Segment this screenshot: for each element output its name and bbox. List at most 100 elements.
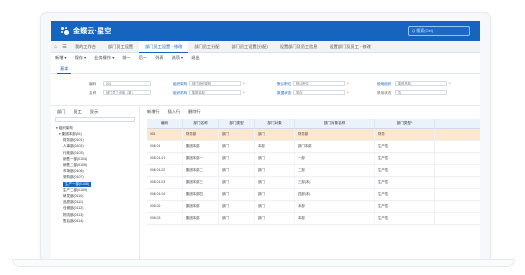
tab-workbench[interactable]: 我的工作台 xyxy=(69,41,102,52)
table-cell[interactable]: 生产性 xyxy=(375,213,435,224)
save-button[interactable]: 保存 ▾ xyxy=(71,55,91,61)
tree-node[interactable]: 财务部(0101) xyxy=(63,138,84,143)
table-cell[interactable]: 三部(本) xyxy=(295,177,375,188)
exit-button[interactable]: 退出 xyxy=(187,55,203,61)
table-cell[interactable]: 财务部 xyxy=(183,129,219,140)
tree-tab-employee[interactable]: 员工 xyxy=(73,109,81,115)
table-cell[interactable]: 生产性 xyxy=(375,189,435,200)
table-cell[interactable]: 部门 xyxy=(255,129,295,140)
business-ops-button[interactable]: 业务操作 ▾ xyxy=(90,55,118,61)
table-row[interactable]: 001 财务部 部门 部门 财务部 财务 xyxy=(147,129,480,141)
tree-node[interactable]: 生产一部(0108) xyxy=(63,181,92,187)
home-icon[interactable]: ⌂ xyxy=(51,44,60,50)
table-row[interactable]: 008.01 集团本部 部门 本部 部门本部 生产性 xyxy=(147,141,480,153)
tree-node[interactable]: 销售二部(0105) xyxy=(63,163,87,168)
table-cell[interactable]: 四部(本) xyxy=(295,189,375,200)
forbid-field[interactable]: 否 xyxy=(395,90,447,95)
table-cell[interactable]: 生产性 xyxy=(375,177,435,188)
table-cell[interactable]: 部门 xyxy=(219,141,255,152)
table-cell[interactable]: 部门 xyxy=(255,201,295,212)
table-cell[interactable]: 部门 xyxy=(219,177,255,188)
org-field[interactable]: 集团本部 xyxy=(189,90,241,95)
col-dept-category[interactable]: 部门类型* xyxy=(375,119,435,128)
table-cell[interactable]: 集团本部 xyxy=(183,213,219,224)
table-cell[interactable]: 集团本部二 xyxy=(183,165,219,176)
tab-dept-assign[interactable]: 部门员工分配 xyxy=(188,41,225,52)
table-cell[interactable]: 集团本部 xyxy=(183,141,219,152)
add-row-button[interactable]: 新增行 xyxy=(147,109,160,115)
col-dept-object-name[interactable]: 部门对象名称 xyxy=(295,119,375,128)
table-row[interactable]: 008.01.03 集团本部三 部门 部门 三部(本) 生产性 xyxy=(147,177,480,189)
tree-node[interactable]: 仓储部(0112) xyxy=(63,206,83,211)
table-cell[interactable]: 008.01 xyxy=(147,141,183,152)
table-cell[interactable]: 008.01.04 xyxy=(147,189,183,200)
use-org-field[interactable]: 集团总部 xyxy=(395,81,447,86)
table-cell[interactable]: 生产性 xyxy=(375,153,435,164)
structure-field[interactable]: 部门组织架构 xyxy=(189,81,241,86)
table-cell[interactable]: 部门 xyxy=(219,201,255,212)
col-number[interactable]: 编码 xyxy=(147,119,183,128)
tab-dept-setup-edit[interactable]: 部门员工设置 - 修改 xyxy=(139,40,189,53)
table-cell[interactable]: 生产性 xyxy=(375,165,435,176)
table-cell[interactable]: 008.01.03 xyxy=(147,177,183,188)
role-field[interactable]: 默认职位 xyxy=(293,81,345,86)
tree-node[interactable]: 销售一部(0104) xyxy=(63,157,87,162)
new-button[interactable]: 新增 ▾ xyxy=(51,55,71,61)
tree-node[interactable]: 研发部(0110) xyxy=(63,194,83,199)
table-row[interactable]: 008.03 集团本部 部门 部门 本部 生产性 xyxy=(147,213,480,225)
table-cell[interactable]: 二部 xyxy=(295,165,375,176)
table-cell[interactable]: 集团本部三 xyxy=(183,177,219,188)
col-dept-object[interactable]: 部门对象 xyxy=(255,119,295,128)
table-cell[interactable]: 部门 xyxy=(255,177,295,188)
col-dept-type[interactable]: 部门类型 xyxy=(219,119,255,128)
table-cell[interactable]: 集团本部四 xyxy=(183,189,219,200)
col-dept-name[interactable]: 部门名称 xyxy=(183,119,219,128)
table-cell[interactable]: 生产性 xyxy=(375,141,435,152)
tab-basic[interactable]: 基本 xyxy=(57,65,72,74)
table-row[interactable]: 008.01.04 集团本部四 部门 部门 四部(本) 生产性 xyxy=(147,189,480,201)
table-cell[interactable]: 部门 xyxy=(219,153,255,164)
table-row[interactable]: 008.01.01 集团本部一 部门 部门 一部 生产性 xyxy=(147,153,480,165)
prev-button[interactable]: 前一 xyxy=(118,55,134,61)
tree-tab-dept[interactable]: 部门 xyxy=(57,109,65,115)
tree-tab-display[interactable]: 显示 xyxy=(90,109,98,115)
table-cell[interactable]: 部门 xyxy=(219,213,255,224)
insert-row-button[interactable]: 插入行 xyxy=(168,109,181,115)
delete-row-button[interactable]: 删除行 xyxy=(188,109,201,115)
menu-icon[interactable]: ☰ xyxy=(60,44,69,50)
table-cell[interactable]: 部门 xyxy=(255,165,295,176)
tree-node[interactable]: 采购部(0107) xyxy=(63,175,84,180)
next-button[interactable]: 后一 xyxy=(135,55,151,61)
global-search-input[interactable]: Q 搜索(Ctrl) xyxy=(408,26,470,36)
table-cell[interactable]: 部门 xyxy=(219,165,255,176)
table-cell[interactable]: 001 xyxy=(147,129,183,140)
table-row[interactable]: 008.02 集团本部 部门 部门 本部 生产性 xyxy=(147,201,480,213)
table-cell[interactable]: 生产性 xyxy=(375,201,435,212)
tab-dept-employee-edit[interactable]: 设置部门及员工 - 修改 xyxy=(323,41,376,52)
options-button[interactable]: 选项 ▾ xyxy=(167,55,187,61)
tree-node[interactable]: 市场部(0106) xyxy=(63,169,84,174)
tab-dept-setup[interactable]: 部门员工设置 xyxy=(102,41,139,52)
tab-dept-setup-assign[interactable]: 部门员工设置(分配) xyxy=(225,41,273,52)
table-cell[interactable]: 集团本部 xyxy=(183,201,219,212)
table-row[interactable]: 008.01.02 集团本部二 部门 部门 二部 生产性 xyxy=(147,165,480,177)
table-cell[interactable]: 008.01.01 xyxy=(147,153,183,164)
tree-node[interactable]: ▾ 集团本部(01) xyxy=(59,132,82,137)
tab-dept-employee-info[interactable]: 设置部门及员工信息 xyxy=(274,41,324,52)
table-cell[interactable]: 本部 xyxy=(295,201,375,212)
table-cell[interactable]: 本部 xyxy=(255,141,295,152)
table-cell[interactable]: 部门 xyxy=(255,213,295,224)
data-status-field[interactable]: 暂存 xyxy=(293,90,345,95)
name-field[interactable]: 部门员工设置（新） xyxy=(103,90,151,95)
tree-search-input[interactable] xyxy=(55,117,135,122)
tree-node[interactable]: 品质部(0111) xyxy=(63,200,83,205)
table-cell[interactable]: 008.02 xyxy=(147,201,183,212)
table-cell[interactable]: 财务 xyxy=(375,129,435,140)
tree-node[interactable]: 行政部(0103) xyxy=(63,151,84,156)
table-cell[interactable]: 部门 xyxy=(255,189,295,200)
tree-node[interactable]: 生产二部(0109) xyxy=(63,188,87,193)
tree-node[interactable]: 售后部(0114) xyxy=(63,219,83,224)
table-cell[interactable]: 008.03 xyxy=(147,213,183,224)
table-cell[interactable]: 一部 xyxy=(295,153,375,164)
table-cell[interactable]: 008.01.02 xyxy=(147,165,183,176)
